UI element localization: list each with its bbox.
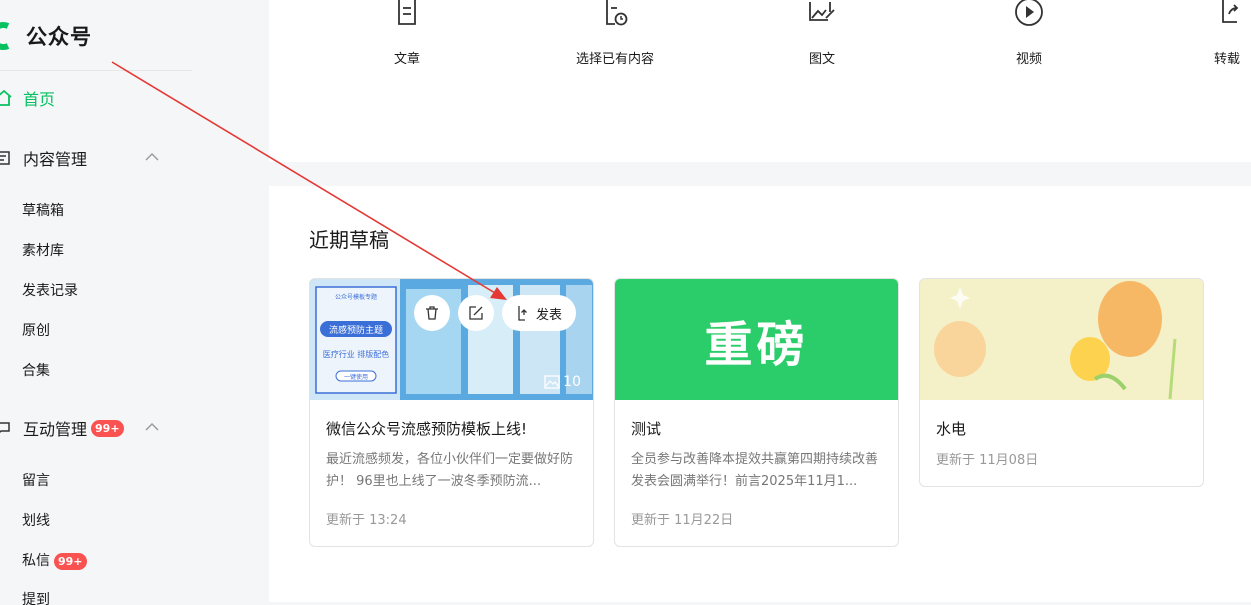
- edit-button[interactable]: [458, 295, 494, 331]
- sidebar-item-comments[interactable]: 留言: [22, 471, 50, 491]
- sidebar-item-collections[interactable]: 合集: [22, 361, 50, 381]
- draft-card[interactable]: 公众号模板专题 流感预防主题 医疗行业 排版配色 一键使用 发表 10 微信公众…: [309, 278, 594, 547]
- sidebar-item-messages-label: 私信: [22, 553, 50, 569]
- tool-label: 图文: [808, 52, 835, 67]
- cover-btn: 一键使用: [344, 373, 368, 381]
- draft-description: 全员参与改善降本提效共赢第四期持续改善发表会圆满举行！前言2025年11月1..…: [631, 452, 879, 489]
- tulip-illustration: [920, 279, 1203, 400]
- sidebar-item-drafts[interactable]: 草稿箱: [22, 201, 64, 221]
- draft-card[interactable]: 水电 更新于 11月08日: [919, 278, 1204, 487]
- document-icon: [398, 0, 416, 25]
- cover-text: 重磅: [704, 316, 809, 373]
- draft-cover: [920, 279, 1203, 400]
- edit-icon: [469, 306, 483, 320]
- play-icon: [1015, 0, 1043, 26]
- brand-name: 公众号: [26, 25, 92, 49]
- sidebar-item-library[interactable]: 素材库: [22, 241, 64, 261]
- image-count-value: 10: [563, 374, 581, 390]
- publish-label: 发表: [536, 307, 563, 323]
- create-toolbar: 文章 选择已有内容 图文 视频 转载: [269, 0, 1251, 162]
- sidebar-item-original[interactable]: 原创: [22, 321, 50, 341]
- draft-title: 测试: [631, 420, 662, 438]
- sidebar-group-interaction[interactable]: 互动管理 99+: [0, 416, 165, 440]
- tool-label: 选择已有内容: [575, 52, 654, 67]
- section-title: 近期草稿: [309, 228, 389, 252]
- tool-label: 转载: [1213, 52, 1240, 67]
- draft-title: 水电: [936, 420, 967, 438]
- draft-cover: 重磅: [615, 279, 898, 400]
- tool-label: 视频: [1015, 52, 1042, 67]
- image-edit-icon: [809, 2, 835, 21]
- trash-icon: [426, 306, 438, 320]
- draft-title: 微信公众号流感预防模板上线!: [326, 420, 528, 438]
- card-action-bar: 发表: [414, 295, 577, 331]
- interaction-badge: 99+: [91, 419, 124, 437]
- sidebar-divider: [0, 70, 192, 71]
- draft-card[interactable]: 重磅 测试 全员参与改善降本提效共赢第四期持续改善发表会圆满举行！前言2025年…: [614, 278, 899, 547]
- publish-button[interactable]: 发表: [502, 295, 577, 331]
- sidebar-item-publish-records[interactable]: 发表记录: [22, 281, 78, 301]
- repost-button[interactable]: 转载: [1167, 0, 1251, 67]
- sidebar: 公众号 首页 内容管理 草稿箱 素材库 发表记录 原创 合集 互动管理 99+ …: [0, 0, 268, 605]
- sidebar-item-messages[interactable]: 私信 99+: [22, 551, 87, 571]
- sidebar-item-home-label: 首页: [23, 90, 56, 109]
- brand[interactable]: 公众号: [0, 18, 92, 54]
- publish-icon: [518, 306, 527, 321]
- draft-updated: 更新于 11月22日: [631, 513, 734, 528]
- draft-cover: 公众号模板专题 流感预防主题 医疗行业 排版配色 一键使用 发表 10: [310, 279, 593, 400]
- cover-tag: 公众号模板专题: [335, 293, 377, 301]
- chevron-up-icon: [145, 423, 159, 431]
- home-icon: [0, 89, 12, 106]
- interaction-icon: [0, 422, 10, 434]
- tool-label: 文章: [393, 52, 420, 67]
- wechat-official-logo-icon: [0, 22, 10, 50]
- content-icon: [0, 151, 10, 165]
- image-count: 10: [544, 374, 581, 390]
- document-clock-icon: [606, 0, 628, 26]
- recent-drafts-panel: 近期草稿 公众号模板专题 流感预防主题 医疗行业 排版配色 一键使用 发表 10…: [269, 186, 1251, 602]
- cover-heading: 流感预防主题: [329, 324, 383, 336]
- image-icon: [544, 375, 560, 389]
- create-video-button[interactable]: 视频: [969, 0, 1089, 67]
- delete-button[interactable]: [414, 295, 450, 331]
- chevron-up-icon: [145, 153, 159, 161]
- sidebar-item-underlines[interactable]: 划线: [22, 511, 50, 531]
- sidebar-item-mentions[interactable]: 提到: [22, 590, 50, 605]
- select-existing-button[interactable]: 选择已有内容: [555, 0, 675, 67]
- create-image-post-button[interactable]: 图文: [762, 0, 882, 67]
- create-article-button[interactable]: 文章: [347, 0, 467, 67]
- sidebar-group-content-label: 内容管理: [23, 150, 88, 169]
- sidebar-group-content[interactable]: 内容管理: [0, 146, 165, 170]
- messages-badge: 99+: [54, 552, 87, 570]
- draft-updated: 更新于 13:24: [326, 513, 407, 528]
- sidebar-group-interaction-label: 互动管理: [23, 420, 88, 439]
- sidebar-item-home[interactable]: 首页: [0, 86, 55, 110]
- share-icon: [1222, 0, 1239, 23]
- cover-sub: 医疗行业 排版配色: [323, 349, 390, 359]
- draft-description: 最近流感频发，各位小伙伴们一定要做好防护！ 96里也上线了一波冬季预防流...: [326, 452, 574, 489]
- draft-updated: 更新于 11月08日: [936, 453, 1039, 468]
